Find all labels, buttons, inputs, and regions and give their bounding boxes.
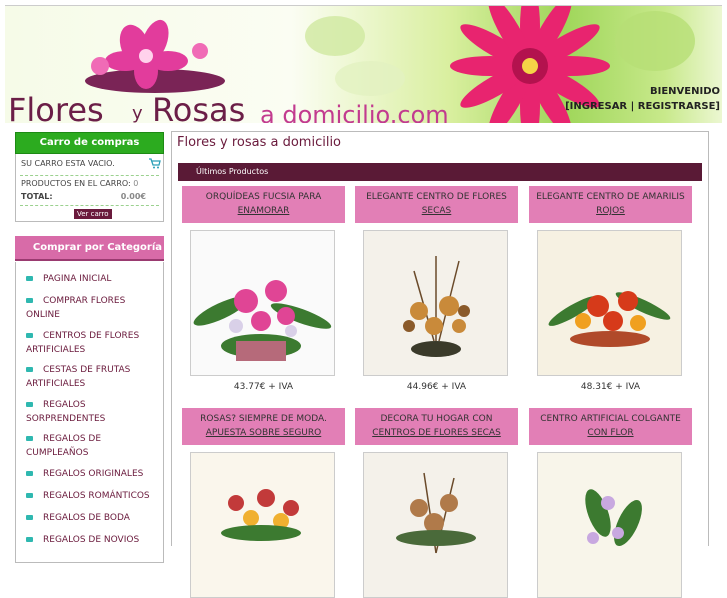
categories-box-title: Comprar por Categoría	[15, 236, 164, 261]
bullet-icon	[26, 515, 33, 520]
logo-flores-text: Flores	[8, 91, 104, 123]
cart-empty-text: SU CARRO ESTA VACIO.	[21, 159, 115, 168]
bullet-icon	[26, 367, 33, 372]
bullet-icon	[26, 333, 33, 338]
product-price: 43.77€ + IVA	[233, 382, 294, 392]
product-image[interactable]	[363, 230, 508, 376]
cart-total-label: TOTAL:	[21, 192, 53, 201]
latest-products-bar: Últimos Productos	[178, 163, 702, 181]
product-image[interactable]	[537, 452, 682, 598]
cart-box-title: Carro de compras	[15, 132, 164, 154]
product-image[interactable]	[190, 452, 335, 598]
page-title: Flores y rosas a domicilio	[177, 135, 342, 150]
latest-products-label: Últimos Productos	[196, 167, 269, 176]
product-card[interactable]: ROSAS? SIEMPRE DE MODA. APUESTA SOBRE SEG…	[182, 408, 345, 598]
logo-domain-text: a domicilio.com	[260, 101, 449, 123]
account-links: BIENVENIDO [INGRESAR | REGISTRARSE]	[565, 86, 720, 112]
category-item[interactable]: REGALOS ORIGINALES	[26, 467, 161, 481]
product-image[interactable]	[537, 230, 682, 376]
category-item[interactable]: PAGINA INICIAL	[26, 272, 161, 286]
product-card[interactable]: DECORA TU HOGAR CON CENTROS DE FLORES SEC…	[355, 408, 518, 598]
bullet-icon	[26, 276, 33, 281]
product-image[interactable]	[363, 452, 508, 598]
logo-y-text: y	[132, 103, 143, 123]
register-link[interactable]: REGISTRARSE]	[638, 101, 720, 112]
product-card[interactable]: ELEGANTE CENTRO DE AMARILIS ROJOS 48.31€ …	[529, 186, 692, 392]
logo-flower-icon	[85, 19, 225, 93]
bullet-icon	[26, 537, 33, 542]
cart-box: SU CARRO ESTA VACIO. PRODUCTOS EN EL CAR…	[15, 154, 164, 222]
product-title[interactable]: ORQUÍDEAS FUCSIA PARA ENAMORAR	[182, 186, 345, 223]
categories-list: PAGINA INICIAL COMPRAR FLORES ONLINE CEN…	[15, 262, 164, 563]
product-title[interactable]: ROSAS? SIEMPRE DE MODA. APUESTA SOBRE SEG…	[182, 408, 345, 445]
product-card[interactable]: ELEGANTE CENTRO DE FLORES SECAS 44.96€ + …	[355, 186, 518, 392]
bullet-icon	[26, 436, 33, 441]
cart-products-count: 0	[133, 179, 139, 188]
main-content: Flores y rosas a domicilio Últimos Produ…	[171, 131, 709, 598]
cart-total-value: 0.00€	[120, 192, 146, 201]
product-title[interactable]: ELEGANTE CENTRO DE AMARILIS ROJOS	[529, 186, 692, 223]
product-image[interactable]	[190, 230, 335, 376]
category-item[interactable]: REGALOS DE CUMPLEAÑOS	[26, 432, 161, 460]
product-card[interactable]: ORQUÍDEAS FUCSIA PARA ENAMORAR 43.77€ + I…	[182, 186, 345, 392]
bullet-icon	[26, 493, 33, 498]
welcome-text: BIENVENIDO	[649, 86, 720, 97]
view-cart-button[interactable]: Ver carro	[74, 209, 112, 219]
product-title[interactable]: CENTRO ARTIFICIAL COLGANTE CON FLOR	[529, 408, 692, 445]
header-banner: Flores y Rosas a domicilio.com BIENVENID…	[5, 5, 722, 123]
category-item[interactable]: REGALOS ROMÁNTICOS	[26, 489, 161, 503]
logo-rosas-text: Rosas	[152, 91, 246, 123]
category-item[interactable]: CENTROS DE FLORES ARTIFICIALES	[26, 329, 161, 357]
sidebar: Carro de compras SU CARRO ESTA VACIO. PR…	[15, 132, 164, 563]
bullet-icon	[26, 471, 33, 476]
category-item[interactable]: REGALOS SORPRENDENTES	[26, 398, 161, 426]
bullet-icon	[26, 402, 33, 407]
category-item[interactable]: COMPRAR FLORES ONLINE	[26, 294, 161, 322]
product-title[interactable]: DECORA TU HOGAR CON CENTROS DE FLORES SEC…	[355, 408, 518, 445]
category-item[interactable]: CESTAS DE FRUTAS ARTIFICIALES	[26, 363, 161, 391]
product-price: 48.31€ + IVA	[580, 382, 641, 392]
login-link[interactable]: [INGRESAR	[565, 101, 627, 112]
product-card[interactable]: CENTRO ARTIFICIAL COLGANTE CON FLOR	[529, 408, 692, 598]
shopping-cart-icon[interactable]	[149, 158, 161, 169]
cart-products-label: PRODUCTOS EN EL CARRO:	[21, 179, 131, 188]
product-price: 44.96€ + IVA	[406, 382, 467, 392]
category-item[interactable]: REGALOS DE BODA	[26, 511, 161, 525]
bullet-icon	[26, 298, 33, 303]
product-title[interactable]: ELEGANTE CENTRO DE FLORES SECAS	[355, 186, 518, 223]
